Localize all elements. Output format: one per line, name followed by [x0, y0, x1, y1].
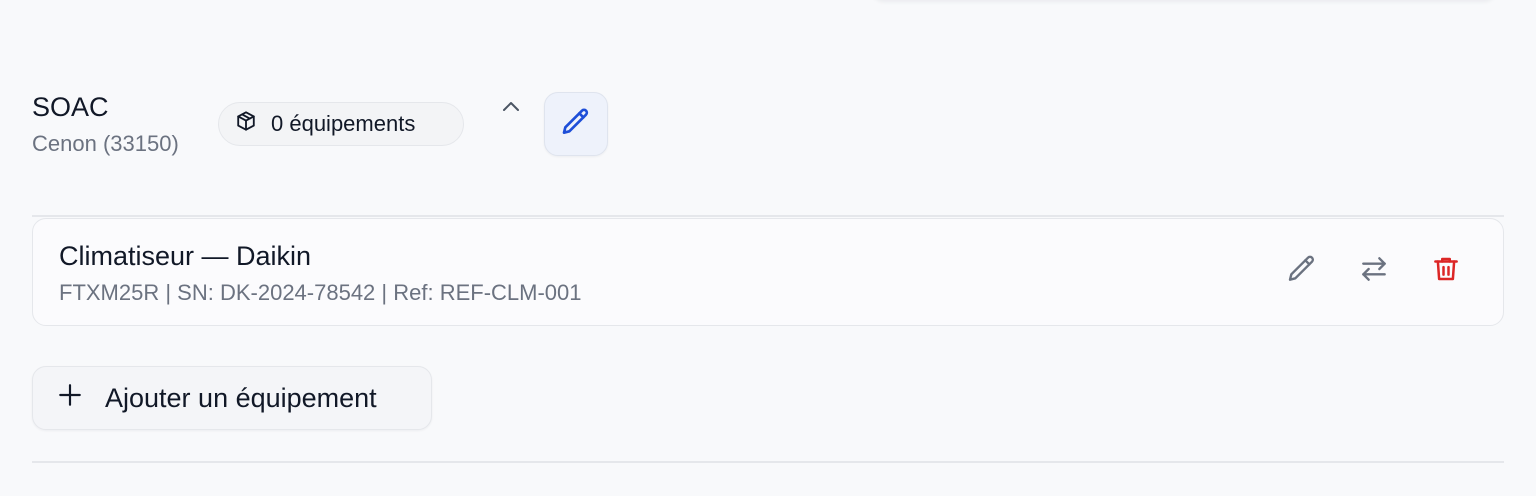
site-city: Cenon (33150) — [32, 131, 179, 156]
pencil-icon — [560, 106, 592, 143]
edit-site-button[interactable] — [544, 92, 608, 156]
section-divider-top — [32, 215, 1504, 217]
site-header: SOAC Cenon (33150) 0 équipements — [32, 90, 632, 160]
pencil-icon — [1286, 253, 1318, 290]
equipment-count-label: 0 équipements — [271, 111, 416, 136]
package-icon — [235, 110, 257, 138]
transfer-equipment-button[interactable] — [1354, 251, 1394, 291]
add-equipment-button[interactable]: Ajouter un équipement — [32, 366, 432, 430]
add-equipment-label: Ajouter un équipement — [105, 382, 377, 413]
arrows-exchange-icon — [1358, 253, 1390, 290]
edit-equipment-button[interactable] — [1282, 251, 1322, 291]
site-name: SOAC — [32, 92, 109, 122]
plus-icon — [57, 382, 83, 415]
section-divider-bottom — [32, 461, 1504, 463]
collapse-button[interactable] — [496, 94, 526, 124]
trash-icon — [1431, 254, 1461, 289]
equipment-meta: FTXM25R | SN: DK-2024-78542 | Ref: REF-C… — [59, 280, 582, 305]
chevron-up-icon — [499, 95, 523, 124]
equipment-count-badge: 0 équipements — [218, 102, 464, 146]
equipment-title: Climatiseur — Daikin — [59, 241, 312, 271]
delete-equipment-button[interactable] — [1426, 251, 1466, 291]
equipment-row: Climatiseur — Daikin FTXM25R | SN: DK-20… — [32, 218, 1504, 326]
